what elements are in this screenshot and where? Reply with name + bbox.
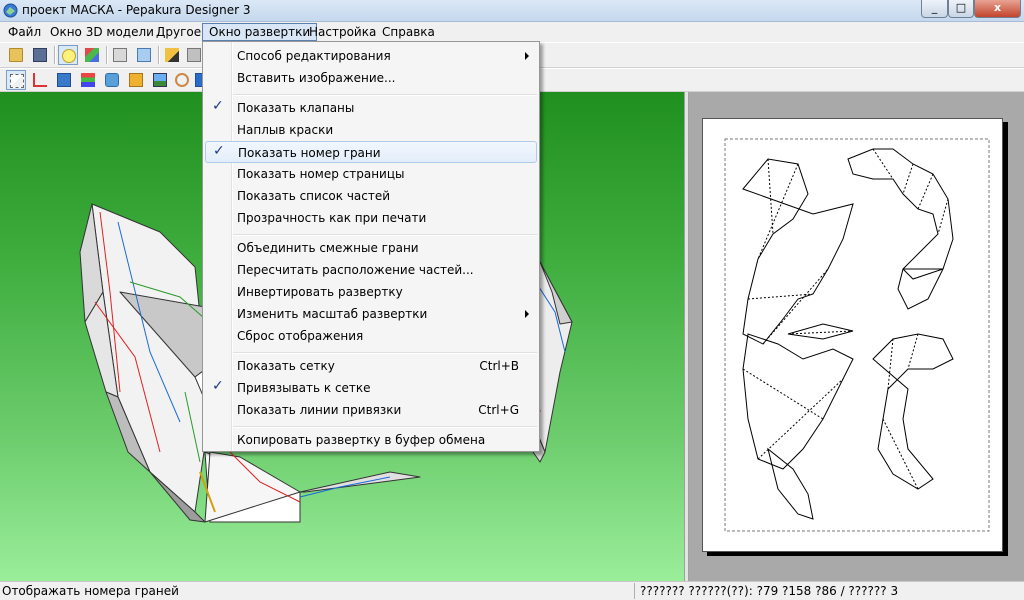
maximize-button[interactable]: □ [948,0,974,18]
menu-separator [233,234,537,236]
status-bar: Отображать номера граней ??????? ??????(… [0,581,1024,600]
menu-item-print-transparency[interactable]: Прозрачность как при печати [205,207,537,229]
status-message: Отображать номера граней [2,584,179,598]
checkmark-icon: ✓ [213,143,225,159]
menu-item-show-grid[interactable]: Показать сетку Ctrl+B [205,355,537,377]
menu-item-edit-mode[interactable]: Способ редактирования [205,45,537,67]
select-arrow-icon [10,74,24,88]
paper-page [702,118,1003,552]
minimize-button[interactable]: _ [921,0,948,18]
menu-item-reset-view[interactable]: Сброс отображения [205,325,537,347]
menu-item-invert-unfold[interactable]: Инвертировать развертку [205,281,537,303]
lightbulb-icon [62,49,76,63]
menu-3d-window[interactable]: Окно 3D модели [44,23,160,41]
pencil-icon [165,48,179,62]
menu-item-change-scale[interactable]: Изменить масштаб развертки [205,303,537,325]
title-bar: проект МАСКА - Pepakura Designer 3 _ □ x [0,0,1024,22]
select-button[interactable] [6,70,26,90]
menu-item-recalculate-layout[interactable]: Пересчитать расположение частей... [205,259,537,281]
text-button[interactable] [126,70,146,90]
tube-icon [105,73,119,87]
open-icon [9,48,23,62]
window-title: проект МАСКА - Pepakura Designer 3 [22,3,251,17]
image-icon [153,73,167,87]
open-button[interactable] [6,45,26,65]
menu-other[interactable]: Другое [150,23,207,41]
color-cube-button[interactable] [82,45,102,65]
menu-item-show-parts-list[interactable]: Показать список частей [205,185,537,207]
submenu-arrow-icon [525,52,529,60]
checkmark-icon: ✓ [212,98,224,114]
app-icon [3,3,18,18]
save-button[interactable] [30,45,50,65]
checkmark-icon: ✓ [212,378,224,394]
menu-item-show-flaps[interactable]: ✓ Показать клапаны [205,97,537,119]
menu-item-show-snap-lines[interactable]: Показать линии привязки Ctrl+G [205,399,537,421]
pencil-button[interactable] [162,45,182,65]
ruler-button[interactable] [54,70,74,90]
tube-button[interactable] [102,70,122,90]
rotate-button[interactable] [172,70,192,90]
menu-item-paint-bleed[interactable]: Наплыв краски [205,119,537,141]
status-info: ??????? ??????(??): ?79 ?158 ?86 / ?????… [640,584,899,598]
text-icon [129,73,143,87]
cube-blue-icon [137,48,151,62]
lightbulb-button[interactable] [58,45,78,65]
image-button[interactable] [150,70,170,90]
bin-button[interactable] [184,45,204,65]
menu-item-show-face-number[interactable]: ✓ Показать номер грани [205,141,537,163]
menu-item-insert-image[interactable]: Вставить изображение... [205,67,537,89]
menu-unfold-window[interactable]: Окно развертки [202,23,318,41]
menu-item-show-page-number[interactable]: Показать номер страницы [205,163,537,185]
submenu-arrow-icon [525,310,529,318]
cube-icon [113,48,127,62]
menu-separator [233,426,537,428]
menu-bar: Файл Окно 3D модели Другое Окно развертк… [0,22,1024,42]
cube-color-icon [85,48,99,62]
menu-settings[interactable]: Настройка [303,23,382,41]
bin-icon [187,48,201,62]
close-button[interactable]: x [974,0,1021,18]
menu-file[interactable]: Файл [2,23,47,41]
menu-item-copy-to-clipboard[interactable]: Копировать развертку в буфер обмена [205,429,537,451]
menu-item-merge-faces[interactable]: Объединить смежные грани [205,237,537,259]
paint-icon [81,73,95,87]
unfold-window-dropdown: Способ редактирования Вставить изображен… [202,41,540,452]
menu-item-snap-to-grid[interactable]: ✓ Привязывать к сетке [205,377,537,399]
rotate-icon [175,73,189,87]
save-icon [33,48,47,62]
edge-button[interactable] [30,70,50,90]
cube-button[interactable] [110,45,130,65]
paint-button[interactable] [78,70,98,90]
menu-help[interactable]: Справка [376,23,441,41]
edge-icon [33,73,47,87]
ruler-icon [57,73,71,87]
cube-blue-button[interactable] [134,45,154,65]
unfolded-pattern [724,138,990,532]
menu-separator [233,352,537,354]
menu-separator [233,94,537,96]
